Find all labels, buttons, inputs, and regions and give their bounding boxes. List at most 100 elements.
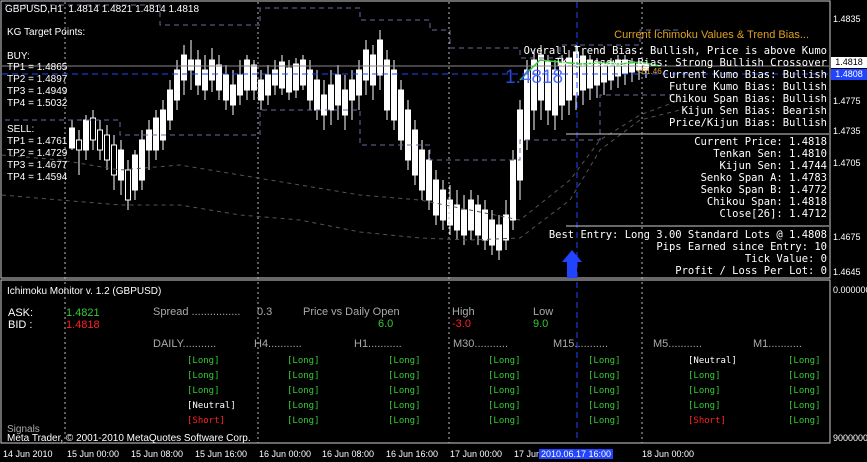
signal-column: [Long] [Long] [Long] [Long] [Long] [788, 354, 848, 429]
candle-body [307, 69, 313, 101]
candle-body [90, 117, 96, 141]
low-label: Low [533, 306, 554, 318]
kg-sell-tp3: TP3 = 1.4677 [7, 160, 68, 171]
time-tick: 16 Jun 16:00 [386, 449, 439, 459]
signal-cell: [Long] [788, 416, 821, 426]
senkou-span-b [1, 99, 681, 221]
candle-body [377, 39, 383, 76]
kg-buy-tp2: TP2 = 1.4897 [7, 74, 68, 85]
candle-body [398, 89, 404, 141]
signal-cell: [Long] [488, 356, 521, 366]
signal-cell: [Long] [187, 356, 220, 366]
candle-body [475, 204, 481, 236]
candle-body [195, 59, 201, 86]
candle-body [433, 179, 439, 216]
candle-body [503, 214, 509, 241]
signal-cell: [Long] [287, 416, 320, 426]
price-tag-current: 1.4818 [831, 57, 867, 68]
candle-body [363, 49, 369, 81]
candle-body [188, 59, 194, 71]
signal-cell: [Long] [788, 401, 821, 411]
candle-body [328, 84, 334, 111]
candle-body [440, 189, 446, 221]
candle-body [111, 144, 117, 176]
signal-cell: [Long] [488, 401, 521, 411]
candle-body [97, 129, 103, 151]
low-value: 9.0 [533, 318, 549, 330]
kg-sell-tp1: TP1 = 1.4761 [7, 136, 68, 147]
time-tick: 15 Jun 16:00 [195, 449, 248, 459]
value-senko-a: Senko Span A: 1.4783 [700, 172, 827, 184]
price-tag-entry: 1.4808 [831, 69, 867, 80]
candle-body [230, 84, 236, 106]
senkou-span [1, 109, 681, 241]
high-value: -3.0 [452, 318, 471, 330]
candle-body [76, 139, 82, 151]
value-kijun: Kijun Sen: 1.4744 [719, 160, 827, 172]
signal-cell: [Long] [588, 386, 621, 396]
candle-body [447, 199, 453, 226]
signal-cell: [Long] [588, 356, 621, 366]
price-label-overlay: 1.4818 [505, 67, 564, 88]
time-tick: 17 Jun 00:00 [450, 449, 503, 459]
candle-body [167, 89, 173, 121]
signal-column: [Long] [Long] [Long] [Neutral] [Short] [187, 354, 247, 429]
signal-cell: [Neutral] [688, 356, 737, 366]
bias-current-kumo: Current Kumo Bias: Bullish [662, 69, 827, 81]
signal-column: [Long] [Long] [Long] [Long] [Long] [588, 354, 648, 429]
entry-best: Best Entry: Long 3.00 Standard Lots @ 1.… [548, 229, 827, 241]
candle-body [125, 169, 131, 201]
signal-cell: [Long] [388, 401, 421, 411]
kg-sell-label: SELL: [7, 124, 35, 135]
candle-body [461, 209, 467, 236]
candle-body [384, 59, 390, 111]
monitor-axis-value-2: 9000000 [833, 433, 867, 443]
signal-cell: [Long] [388, 371, 421, 381]
monitor-axis-value: 0.000000 [833, 285, 867, 295]
signal-column: [Neutral] [Long] [Long] [Long] [Short] [688, 354, 748, 429]
time-tick: 14 Jun 2010 [3, 449, 53, 459]
value-close26: Close[26]: 1.4712 [719, 208, 827, 220]
candle-body [489, 219, 495, 246]
signal-cell: [Long] [788, 386, 821, 396]
bid-value: 1.4818 [66, 319, 100, 331]
kg-buy-tp1: TP1 = 1.4865 [7, 62, 68, 73]
candle-body [237, 74, 243, 96]
kg-buy-label: BUY: [7, 51, 30, 62]
candle-body [426, 159, 432, 201]
symbol-header: GBPUSD,H1 1.4814 1.4821 1.4814 1.4818 [5, 4, 200, 15]
signal-cell: [Long] [287, 401, 320, 411]
candle-body [251, 64, 257, 91]
signal-cell: [Long] [688, 371, 721, 381]
kg-buy-tp4: TP4 = 1.5032 [7, 98, 68, 109]
value-current-price: Current Price: 1.4818 [694, 136, 827, 148]
candle-body [454, 204, 460, 231]
candle-body [223, 74, 229, 101]
candle-body [510, 159, 516, 221]
signal-cell: [Long] [788, 356, 821, 366]
candle-body [139, 139, 145, 181]
signal-cell: [Neutral] [187, 401, 236, 411]
signal-cell: [Long] [588, 401, 621, 411]
monitor-title: Ichimoku Monitor v. 1.2 (GBPUSD) [7, 286, 162, 297]
candle-body [258, 79, 264, 101]
price-tick: 1.4645 [833, 267, 861, 277]
spread-label: Spread ................ [153, 306, 241, 318]
candle-body [412, 129, 418, 176]
kg-sell-tp4: TP4 = 1.4594 [7, 172, 68, 183]
signal-cell: [Long] [388, 386, 421, 396]
candle-body [118, 149, 124, 181]
signal-column: [Long] [Long] [Long] [Long] [Long] [388, 354, 448, 429]
ask-value: 1.4821 [66, 307, 100, 319]
candle-body [342, 89, 348, 116]
value-senko-b: Senko Span B: 1.4772 [700, 184, 827, 196]
signal-cell: [Long] [388, 356, 421, 366]
candle-body [146, 129, 152, 151]
candle-body [321, 94, 327, 116]
high-label: High [452, 306, 475, 318]
signal-cell: [Long] [488, 371, 521, 381]
bias-tk-cross: TK Crossover Bias: Strong Bullish Crosso… [555, 57, 827, 69]
price-tick: 1.4735 [833, 126, 861, 136]
candle-body [370, 54, 376, 86]
candle-body [286, 67, 292, 93]
